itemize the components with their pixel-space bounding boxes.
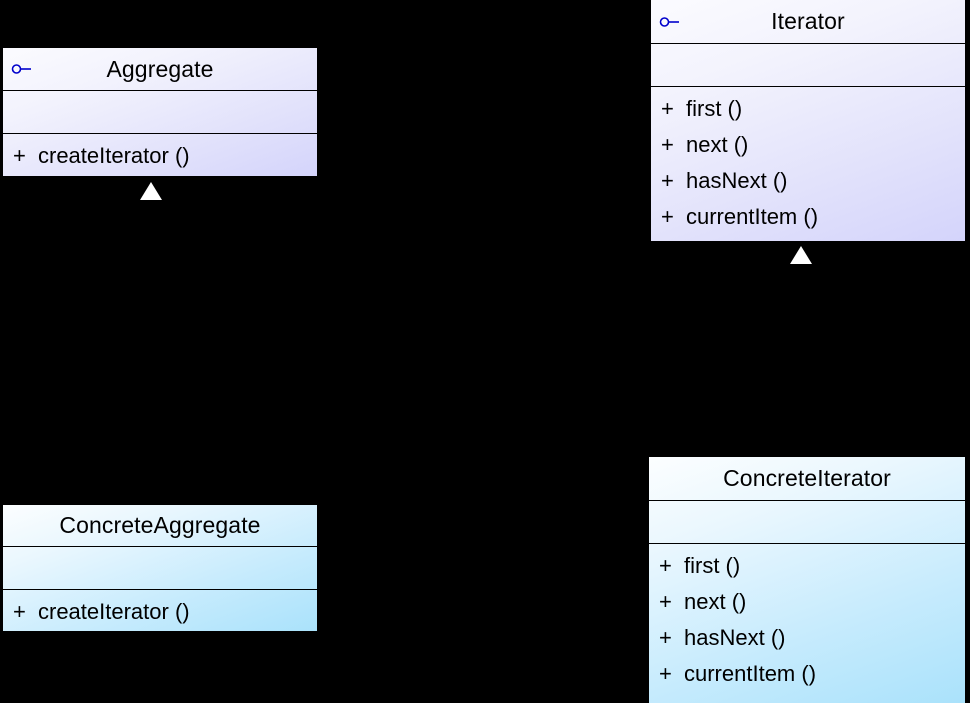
method-visibility: + (659, 661, 672, 686)
class-attributes-aggregate (3, 91, 317, 134)
class-title-iterator: Iterator (651, 0, 965, 44)
method-row[interactable]: + createIterator () (3, 594, 317, 630)
class-title-concrete-iterator: ConcreteIterator (649, 457, 965, 501)
method-visibility: + (661, 168, 674, 193)
method-row[interactable]: + hasNext () (651, 163, 965, 199)
class-attributes-concrete-iterator (649, 501, 965, 544)
method-row[interactable]: + first () (649, 548, 965, 584)
method-signature: first () (684, 553, 741, 578)
interface-lollipop-icon (659, 16, 679, 27)
class-title-concrete-aggregate: ConcreteAggregate (3, 505, 317, 547)
generalization-line-iterator (800, 264, 802, 456)
method-row[interactable]: + hasNext () (649, 620, 965, 656)
class-attributes-concrete-aggregate (3, 547, 317, 590)
method-row[interactable]: + first () (651, 91, 965, 127)
method-row[interactable]: + currentItem () (651, 199, 965, 235)
method-visibility: + (659, 625, 672, 650)
class-name-label: Iterator (771, 8, 845, 34)
class-name-label: ConcreteAggregate (59, 512, 261, 538)
method-row[interactable]: + next () (649, 584, 965, 620)
method-signature: first () (686, 96, 743, 121)
uml-class-aggregate[interactable]: Aggregate + createIterator () (2, 47, 318, 177)
method-visibility: + (13, 143, 26, 168)
method-visibility: + (661, 204, 674, 229)
interface-lollipop-icon (11, 64, 31, 74)
class-methods-aggregate: + createIterator () (3, 134, 317, 176)
class-methods-concrete-aggregate: + createIterator () (3, 590, 317, 631)
method-visibility: + (659, 589, 672, 614)
method-visibility: + (13, 599, 26, 624)
class-attributes-iterator (651, 44, 965, 87)
method-signature: next () (686, 132, 749, 157)
uml-class-concrete-iterator[interactable]: ConcreteIterator + first () + next () + … (648, 456, 966, 703)
method-row[interactable]: + currentItem () (649, 656, 965, 692)
method-signature: hasNext () (686, 168, 788, 193)
method-signature: createIterator () (38, 599, 190, 624)
class-methods-iterator: + first () + next () + hasNext () + curr… (651, 87, 965, 241)
method-signature: hasNext () (684, 625, 786, 650)
generalization-line-aggregate (150, 200, 152, 504)
generalization-arrowhead-iterator (790, 246, 812, 264)
method-row[interactable]: + createIterator () (3, 138, 317, 174)
method-signature: currentItem () (686, 204, 819, 229)
class-name-label: Aggregate (106, 55, 214, 82)
method-signature: createIterator () (38, 143, 190, 168)
method-visibility: + (659, 553, 672, 578)
class-methods-concrete-iterator: + first () + next () + hasNext () + curr… (649, 544, 965, 703)
class-name-label: ConcreteIterator (723, 465, 891, 491)
uml-class-concrete-aggregate[interactable]: ConcreteAggregate + createIterator () (2, 504, 318, 632)
class-title-aggregate: Aggregate (3, 48, 317, 91)
uml-class-iterator[interactable]: Iterator + first () + next () + hasNext … (650, 0, 966, 242)
method-row[interactable]: + next () (651, 127, 965, 163)
uml-diagram-canvas: Iterator + first () + next () + hasNext … (0, 0, 970, 703)
generalization-arrowhead-aggregate (140, 182, 162, 200)
method-visibility: + (661, 132, 674, 157)
method-signature: currentItem () (684, 661, 817, 686)
method-signature: next () (684, 589, 747, 614)
method-visibility: + (661, 96, 674, 121)
